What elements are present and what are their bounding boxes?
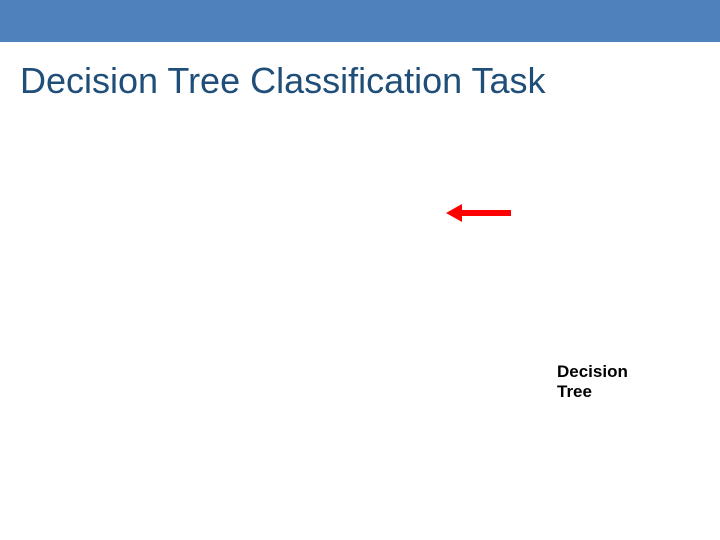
left-arrow-icon [446, 204, 511, 222]
arrow-shaft [457, 210, 511, 216]
label-line-1: Decision [557, 362, 628, 381]
slide-title: Decision Tree Classification Task [20, 60, 546, 102]
header-bar [0, 0, 720, 42]
decision-tree-label: Decision Tree [557, 362, 628, 403]
label-line-2: Tree [557, 382, 592, 401]
